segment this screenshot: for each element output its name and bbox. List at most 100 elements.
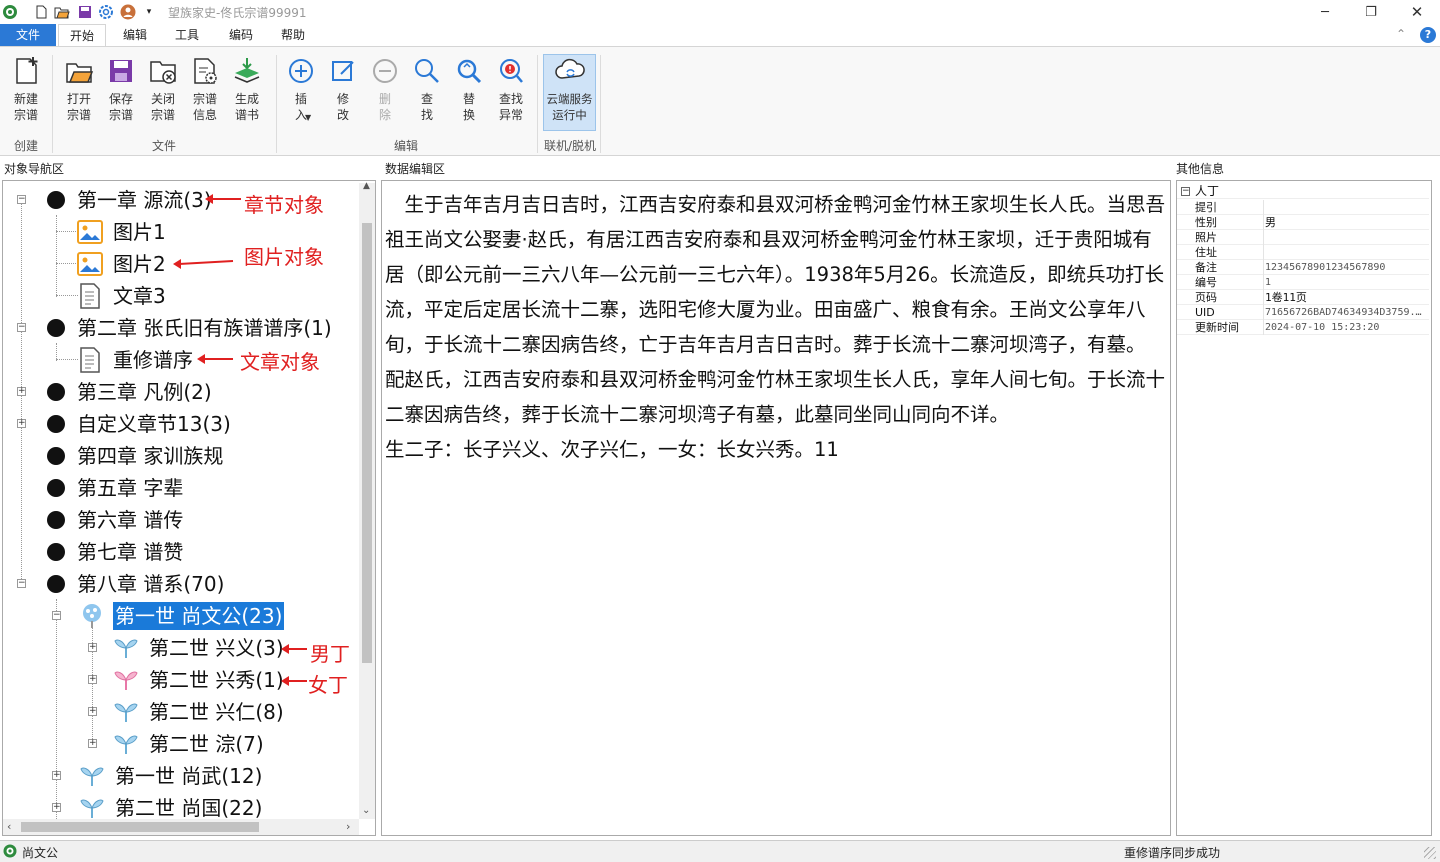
tree-node-article[interactable]: 重修谱序: [77, 345, 195, 375]
close-icon[interactable]: ✕: [1394, 0, 1440, 24]
save-genealogy-button[interactable]: 保存 宗谱: [101, 55, 141, 129]
cloud-service-button[interactable]: 云端服务 运行中: [543, 54, 596, 131]
tree-vertical-scrollbar[interactable]: ▲ ⌄: [359, 181, 375, 819]
modify-button[interactable]: 修 改: [323, 55, 363, 129]
chapter-bullet-icon: [47, 511, 65, 529]
replace-button[interactable]: 替 换: [449, 55, 489, 129]
genealogy-info-button[interactable]: 宗谱 信息: [185, 55, 225, 129]
quick-access-dropdown-icon[interactable]: ▾: [140, 3, 158, 21]
tree-node-chapter[interactable]: 第二章 张氏旧有族谱谱序(1): [47, 313, 334, 343]
tree-expand-icon[interactable]: +: [17, 387, 26, 396]
resize-grip-icon[interactable]: [1424, 847, 1436, 859]
property-row[interactable]: 照片: [1177, 230, 1429, 245]
property-category[interactable]: − 人丁: [1177, 184, 1429, 199]
tree-expand-icon[interactable]: +: [88, 707, 97, 716]
open-genealogy-button[interactable]: 打开 宗谱: [59, 55, 99, 129]
annotation-arrow-icon: [281, 676, 307, 686]
insert-dropdown-icon[interactable]: ▼: [305, 113, 311, 122]
menu-bar: 文件 开始 编辑 工具 编码 帮助 ⌃ ?: [0, 24, 1440, 46]
editor-content[interactable]: 生于吉年吉月吉日吉时，江西吉安府泰和县双河桥金鸭河金竹林王家坝生长人氏。当思吾祖…: [385, 187, 1169, 467]
property-row[interactable]: 更新时间 2024-07-10 15:23:20: [1177, 320, 1429, 335]
tree-expand-icon[interactable]: +: [52, 803, 61, 812]
tree-node-male[interactable]: 第二世 兴仁(8): [113, 697, 286, 727]
tree-node-picture[interactable]: 图片2: [77, 249, 168, 279]
scroll-up-icon[interactable]: ▲: [363, 181, 370, 191]
property-row[interactable]: 提引: [1177, 200, 1429, 215]
new-genealogy-button[interactable]: 新建 宗谱: [6, 55, 46, 129]
tree-expand-icon[interactable]: +: [88, 643, 97, 652]
search-icon: [411, 55, 443, 87]
tree-node-person-selected[interactable]: 第一世 尚文公(23): [79, 601, 285, 631]
open-folder-icon[interactable]: [53, 3, 71, 21]
tree-node-male[interactable]: 第二世 淙(7): [113, 729, 266, 759]
new-file-icon[interactable]: [32, 3, 50, 21]
tab-tools[interactable]: 工具: [164, 24, 210, 46]
tree-node-male[interactable]: 第二世 兴义(3): [113, 633, 286, 663]
data-editor[interactable]: 生于吉年吉月吉日吉时，江西吉安府泰和县双河桥金鸭河金竹林王家坝生长人氏。当思吾祖…: [381, 180, 1171, 836]
minimize-icon[interactable]: ─: [1302, 0, 1348, 24]
chapter-bullet-icon: [47, 319, 65, 337]
scroll-right-icon[interactable]: ›: [346, 820, 350, 833]
generate-book-button[interactable]: 生成 谱书: [227, 55, 267, 129]
tree-expand-icon[interactable]: +: [52, 771, 61, 780]
property-row[interactable]: 页码 1卷11页: [1177, 290, 1429, 305]
user-avatar-icon[interactable]: [119, 3, 137, 21]
scrollbar-thumb[interactable]: [362, 223, 372, 663]
close-genealogy-button[interactable]: 关闭 宗谱: [143, 55, 183, 129]
close-folder-icon: [147, 55, 179, 87]
find-button[interactable]: 查 找: [407, 55, 447, 129]
minus-circle-icon: [369, 55, 401, 87]
tree-node-chapter[interactable]: 第一章 源流(3): [47, 185, 214, 215]
property-row[interactable]: UID 71656726BAD74634934D3759...: [1177, 305, 1429, 320]
tab-encode[interactable]: 编码: [218, 24, 264, 46]
window-title: 望族家史-佟氏宗谱99991: [168, 6, 307, 20]
tab-home[interactable]: 开始: [58, 24, 106, 46]
gear-icon[interactable]: [97, 3, 115, 21]
category-collapse-icon[interactable]: −: [1181, 187, 1190, 196]
group-label-online: 联机/脱机: [543, 139, 597, 153]
property-row[interactable]: 备注 12345678901234567890: [1177, 260, 1429, 275]
tree-node-chapter[interactable]: 自定义章节13(3): [47, 409, 233, 439]
tree-node-chapter[interactable]: 第三章 凡例(2): [47, 377, 214, 407]
help-icon[interactable]: ?: [1420, 27, 1436, 43]
tree-horizontal-scrollbar[interactable]: ‹ ›: [3, 819, 359, 835]
tree-node-article[interactable]: 文章3: [77, 281, 168, 311]
scroll-down-icon[interactable]: ⌄: [362, 805, 370, 816]
cloud-sync-icon: [554, 55, 586, 87]
tree-node-chapter[interactable]: 第四章 家训族规: [47, 441, 225, 471]
tree-node-female[interactable]: 第二世 兴秀(1): [113, 665, 286, 695]
find-anomaly-button[interactable]: 查找 异常: [491, 55, 531, 129]
insert-button[interactable]: 插 入: [281, 55, 321, 129]
property-row[interactable]: 编号 1: [1177, 275, 1429, 290]
scroll-left-icon[interactable]: ‹: [7, 820, 11, 833]
tree-node-male[interactable]: 第一世 尚武(12): [79, 761, 264, 791]
tree-expand-icon[interactable]: +: [17, 419, 26, 428]
object-navigation-tree[interactable]: − 第一章 源流(3) 图片1 图片2 文章3 − 第二章 张氏旧有族谱谱序(1…: [2, 180, 376, 836]
tree-node-chapter[interactable]: 第六章 谱传: [47, 505, 185, 535]
tree-node-chapter[interactable]: 第五章 字辈: [47, 473, 185, 503]
save-icon[interactable]: [76, 3, 94, 21]
delete-button[interactable]: 删 除: [365, 55, 405, 129]
edit-pencil-icon: [327, 55, 359, 87]
tree-collapse-icon[interactable]: −: [17, 579, 26, 588]
tree-expand-icon[interactable]: +: [88, 739, 97, 748]
scrollbar-thumb[interactable]: [21, 822, 259, 832]
tree-collapse-icon[interactable]: −: [17, 323, 26, 332]
restore-icon[interactable]: ❐: [1348, 0, 1394, 24]
tree-collapse-icon[interactable]: −: [17, 195, 26, 204]
title-bar: ▾ 望族家史-佟氏宗谱99991 ─ ❐ ✕: [0, 0, 1440, 24]
app-logo-icon: [3, 844, 17, 861]
tab-edit[interactable]: 编辑: [112, 24, 158, 46]
property-row[interactable]: 住址: [1177, 245, 1429, 260]
tree-expand-icon[interactable]: +: [88, 675, 97, 684]
tab-help[interactable]: 帮助: [270, 24, 316, 46]
property-row[interactable]: 性别 男: [1177, 215, 1429, 230]
tab-file[interactable]: 文件: [0, 24, 56, 46]
ribbon-collapse-icon[interactable]: ⌃: [1396, 27, 1406, 41]
layers-download-icon: [231, 55, 263, 87]
tree-node-chapter[interactable]: 第八章 谱系(70): [47, 569, 226, 599]
tree-node-picture[interactable]: 图片1: [77, 217, 168, 247]
status-message: 重修谱序同步成功: [1124, 846, 1221, 860]
tree-collapse-icon[interactable]: −: [52, 611, 61, 620]
tree-node-chapter[interactable]: 第七章 谱赞: [47, 537, 185, 567]
